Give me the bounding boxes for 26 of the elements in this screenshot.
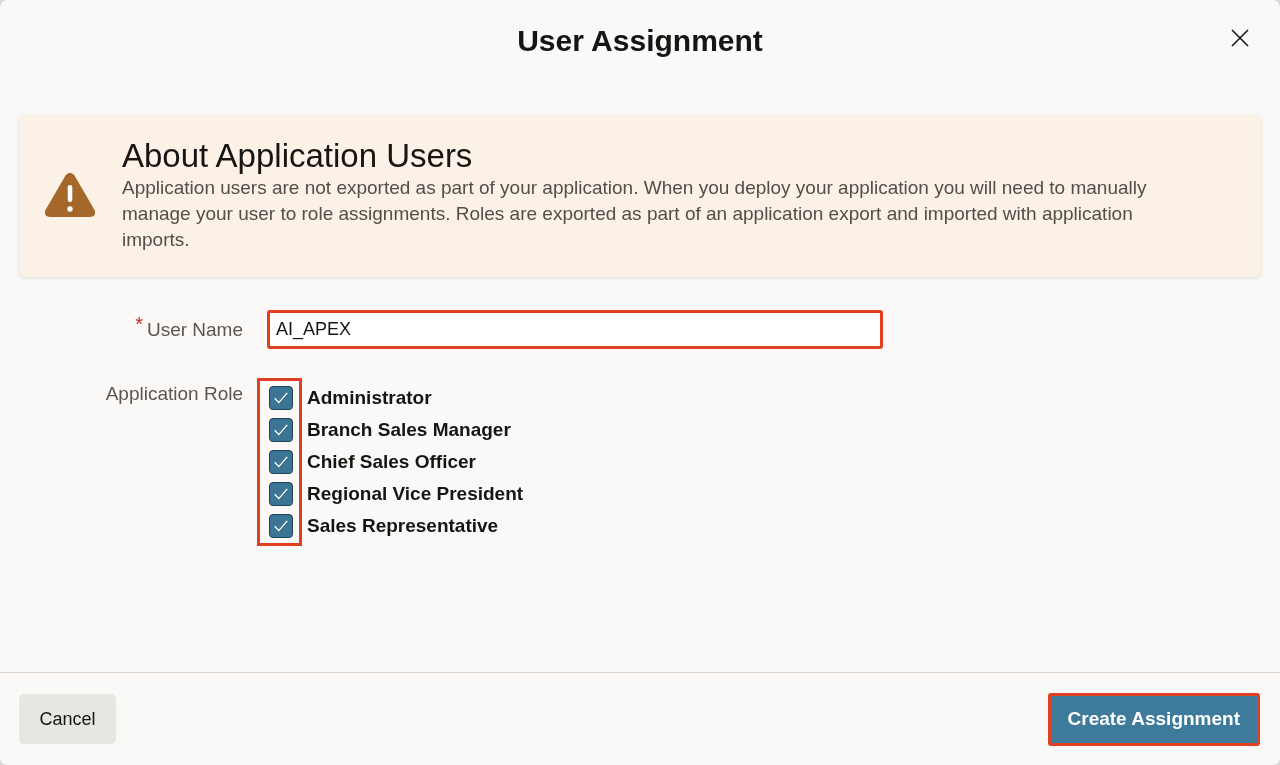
alert-message: Application users are not exported as part of your application. When you deploy your application you will need to manually manage your user to role assignments. Roles are exported as part of an application export and imported with application imports. (122, 176, 1148, 252)
dialog-title: User Assignment (517, 23, 763, 58)
warning-icon (44, 172, 96, 218)
check-icon (274, 456, 288, 468)
user-name-field[interactable]: AI_APEX (267, 310, 883, 349)
check-icon (274, 392, 288, 404)
checkbox[interactable] (269, 482, 293, 506)
checkbox[interactable] (269, 514, 293, 538)
cancel-button[interactable]: Cancel (19, 694, 116, 744)
check-icon (274, 424, 288, 436)
checkbox-label[interactable]: Regional Vice President (307, 478, 524, 510)
checkbox-label[interactable]: Chief Sales Officer (307, 446, 524, 478)
required-asterisk: * (135, 316, 143, 331)
create-assignment-button[interactable]: Create Assignment (1047, 692, 1260, 746)
check-icon (274, 520, 288, 532)
close-icon[interactable] (1231, 29, 1249, 47)
checkbox-label[interactable]: Sales Representative (307, 510, 524, 542)
checkbox-label[interactable]: Branch Sales Manager (307, 414, 524, 446)
checkbox[interactable] (269, 418, 293, 442)
field-label: User Name (146, 318, 243, 341)
field-label: Application Role (105, 383, 243, 405)
check-icon (274, 488, 288, 500)
alert-title: About Application Users (122, 137, 474, 175)
checkbox-label[interactable]: Administrator (307, 382, 524, 414)
checkbox[interactable] (269, 450, 293, 474)
checkbox[interactable] (269, 386, 293, 410)
